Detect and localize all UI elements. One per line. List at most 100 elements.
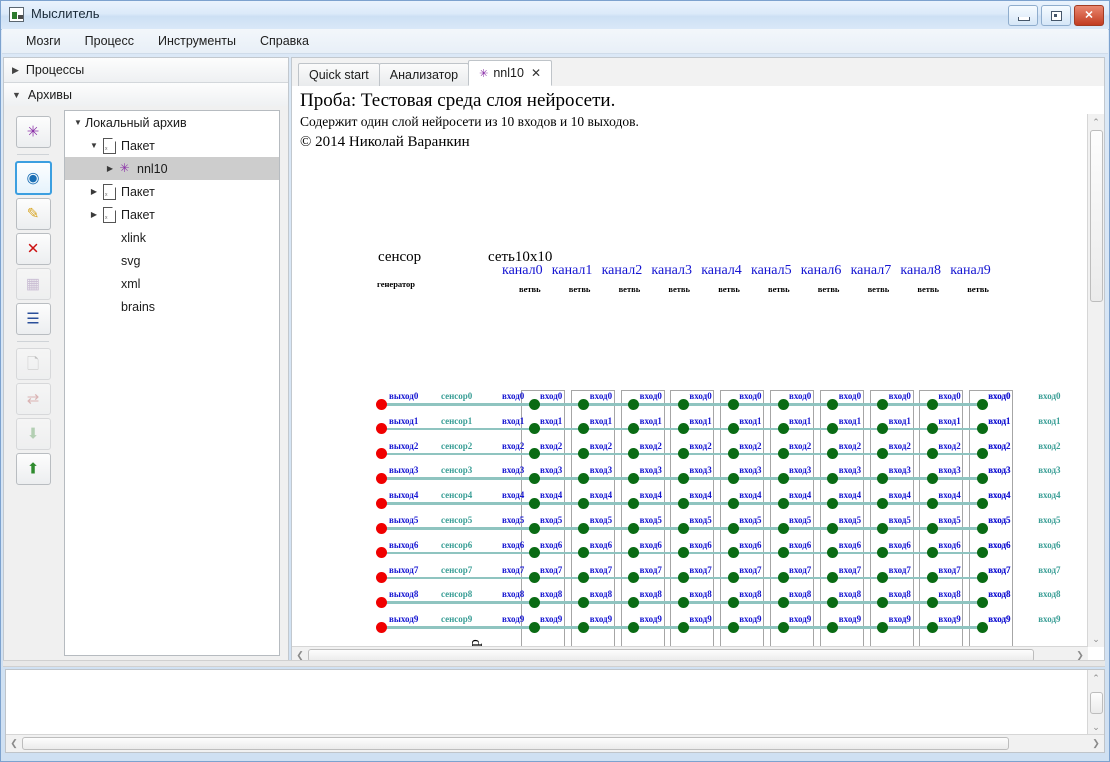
neuron-input-label: вход5 (938, 516, 960, 525)
neuron-input-dot (977, 399, 988, 410)
tree-item--[interactable]: ▼Локальный архив (65, 111, 279, 134)
neuron-input-label: вход9 (938, 615, 960, 624)
neuron-input-label: вход0 (739, 392, 761, 401)
chevron-right-icon[interactable]: ▶ (103, 164, 117, 173)
chevron-right-icon[interactable]: ▶ (87, 187, 101, 196)
vertical-scroll-thumb[interactable] (1090, 130, 1103, 302)
scroll-down-arrow[interactable]: ⌄ (1088, 632, 1104, 646)
close-icon[interactable]: ✕ (531, 66, 541, 80)
toolbar-eye-view-button[interactable]: ◉ (15, 161, 52, 195)
title-bar: Мыслитель ✕ (1, 1, 1109, 30)
neuron-input-dot (927, 622, 938, 633)
tree-item-xml[interactable]: xml (65, 272, 279, 295)
neuron-input-dot (827, 498, 838, 509)
neuron-input-dot (529, 423, 540, 434)
generator-output-dot (376, 498, 387, 509)
neuron-input-label: вход4 (889, 491, 911, 500)
close-button[interactable]: ✕ (1074, 5, 1104, 26)
delete-x-icon: ✕ (27, 242, 40, 257)
panel-splitter[interactable] (3, 660, 1105, 667)
toolbar-list-lines-button[interactable]: ☰ (16, 303, 51, 335)
sidebar-section-processes[interactable]: ▶ Процессы (4, 58, 288, 83)
toolbar-export-doc-button[interactable]: ⬆ (16, 453, 51, 485)
document-icon: x (101, 184, 116, 199)
toolbar-pencil-edit-button[interactable]: ✎ (16, 198, 51, 230)
log-scroll-up-arrow[interactable]: ⌃ (1088, 671, 1104, 685)
tree-item--[interactable]: ▶xПакет (65, 180, 279, 203)
log-vertical-scrollbar[interactable]: ⌃ ⌄ (1087, 670, 1104, 735)
maximize-button[interactable] (1041, 5, 1071, 26)
log-horizontal-scrollbar[interactable]: ❮ ❯ (6, 734, 1104, 752)
neuron-input-dot (728, 622, 739, 633)
tree-item--[interactable]: ▼xПакет (65, 134, 279, 157)
menu-item-1[interactable]: Процесс (73, 31, 146, 51)
canvas-vertical-scrollbar[interactable]: ⌃ ⌄ (1087, 114, 1104, 647)
neuron-input-dot (628, 622, 639, 633)
network-input-label: вход4 (502, 491, 524, 500)
log-scroll-right-arrow[interactable]: ❯ (1089, 735, 1103, 752)
menu-item-0[interactable]: Мозги (14, 31, 73, 51)
tab--[interactable]: Анализатор (379, 63, 469, 86)
chevron-right-icon[interactable]: ▶ (87, 210, 101, 219)
right-terminal-label: вход0 (1038, 392, 1060, 401)
log-vertical-scroll-thumb[interactable] (1090, 692, 1103, 714)
tree-item-label: nnl10 (137, 162, 168, 176)
diagram-branch-label: ветвь (668, 285, 690, 294)
network-sync-icon: ⇄ (27, 392, 40, 407)
scroll-up-arrow[interactable]: ⌃ (1088, 115, 1104, 129)
log-pane: ⌃ ⌄ ❮ ❯ (5, 669, 1105, 753)
neuron-input-dot (728, 572, 739, 583)
main-content-pane: Quick startАнализатор✳nnl10✕ Проба: Тест… (291, 57, 1105, 665)
neuron-input-label: вход1 (889, 417, 911, 426)
network-input-label: вход6 (502, 541, 524, 550)
neuron-input-dot (678, 523, 689, 534)
menu-item-2[interactable]: Инструменты (146, 31, 248, 51)
tree-item-xlink[interactable]: xlink (65, 226, 279, 249)
chevron-down-icon[interactable]: ▼ (71, 118, 85, 127)
neuron-input-dot (977, 473, 988, 484)
tree-item-svg[interactable]: svg (65, 249, 279, 272)
log-scroll-left-arrow[interactable]: ❮ (7, 735, 21, 752)
neuron-input-dot (529, 448, 540, 459)
run-to-icon: ✳ (27, 125, 40, 140)
neuron-input-label: вход7 (739, 566, 761, 575)
neuron-input-label: вход5 (889, 516, 911, 525)
left-sidebar: ▶ Процессы ▼ Архивы ✳◉✎✕▦☰🗋⇄⬇⬆ ▼Локальны… (3, 57, 289, 665)
neuron-input-label: вход2 (640, 442, 662, 451)
neuron-input-label: вход0 (889, 392, 911, 401)
sensor-label: сенсор3 (441, 466, 472, 475)
neuron-input-dot (977, 597, 988, 608)
neuron-input-dot (977, 523, 988, 534)
tree-item-brains[interactable]: brains (65, 295, 279, 318)
toolbar-delete-x-button[interactable]: ✕ (16, 233, 51, 265)
neuron-input-label: вход6 (590, 541, 612, 550)
tree-item--[interactable]: ▶xПакет (65, 203, 279, 226)
menu-item-3[interactable]: Справка (248, 31, 321, 51)
diagram-channel-label: канал2 (602, 264, 643, 278)
neuron-input-dot (977, 448, 988, 459)
new-document-icon: 🗋 (27, 357, 39, 372)
minimize-button[interactable] (1008, 5, 1038, 26)
tab-nnl10[interactable]: ✳nnl10✕ (468, 60, 552, 86)
toolbar-run-to-button[interactable]: ✳ (16, 116, 51, 148)
right-input-label: вход6 (988, 541, 1010, 550)
tree-item-label: Локальный архив (85, 116, 187, 130)
right-input-label: вход2 (988, 442, 1010, 451)
neuron-input-dot (578, 498, 589, 509)
neuron-input-dot (529, 547, 540, 558)
chevron-down-icon[interactable]: ▼ (87, 141, 101, 150)
neuron-input-dot (827, 622, 838, 633)
neuron-input-dot (778, 399, 789, 410)
generator-output-label: выход3 (389, 466, 418, 475)
sidebar-section-archives-label: Архивы (28, 88, 72, 102)
menu-bar: МозгиПроцессИнструментыСправка (2, 29, 1108, 54)
sidebar-section-archives[interactable]: ▼ Архивы (4, 83, 288, 108)
log-horizontal-scroll-thumb[interactable] (22, 737, 1009, 750)
tree-item-nnl10[interactable]: ▶✳nnl10 (65, 157, 279, 180)
eye-view-icon: ◉ (26, 171, 39, 186)
log-scroll-down-arrow[interactable]: ⌄ (1088, 720, 1104, 734)
neuron-input-label: вход9 (590, 615, 612, 624)
tab-quick-start[interactable]: Quick start (298, 63, 380, 86)
window-title: Мыслитель (31, 6, 100, 21)
network-input-label: вход3 (502, 466, 524, 475)
